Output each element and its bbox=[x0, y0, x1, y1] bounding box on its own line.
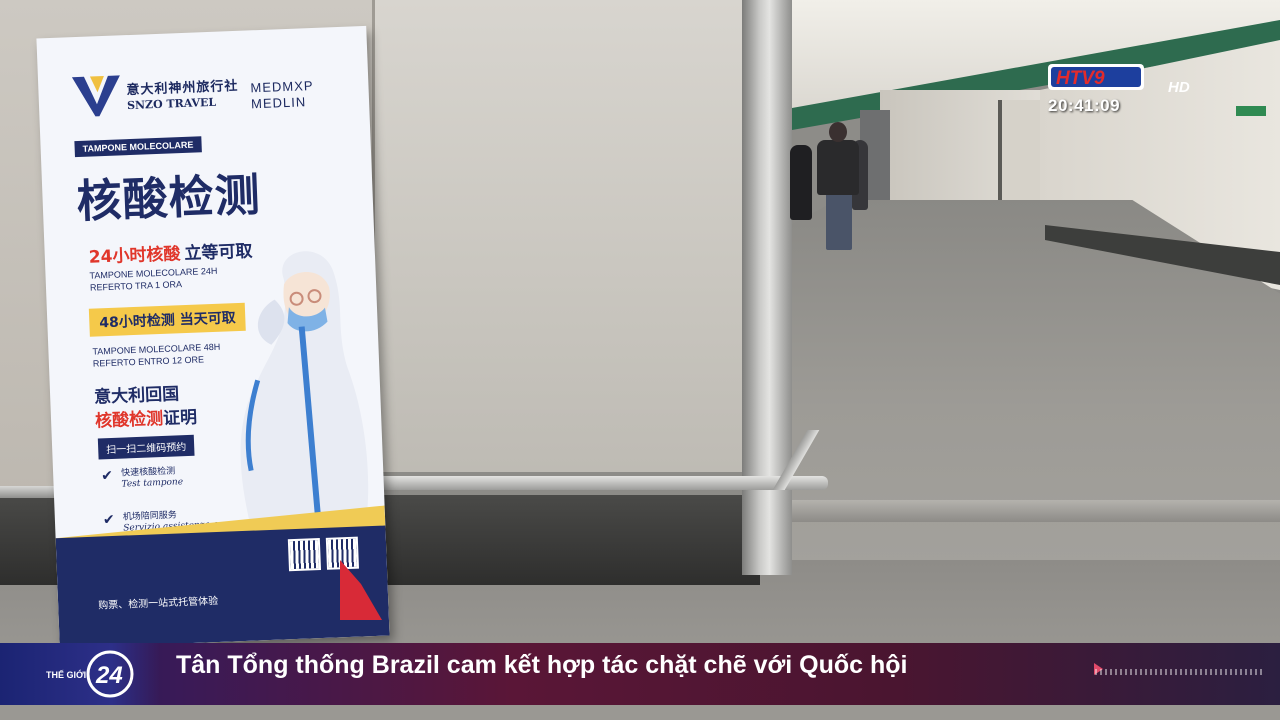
service-item-1-cn: 快速核酸检测 bbox=[120, 466, 176, 479]
hd-label: HD bbox=[1168, 79, 1190, 96]
offer-24h-italian-1: TAMPONE MOLECOLARE 24H bbox=[89, 265, 218, 281]
floor-strip bbox=[790, 500, 1280, 522]
pedestrian-legs bbox=[826, 190, 852, 250]
ppe-worker-figure-icon bbox=[240, 251, 369, 541]
pedestrian-head bbox=[829, 122, 847, 142]
certificate-red: 核酸检测 bbox=[94, 408, 164, 432]
snzo-logo-icon bbox=[71, 75, 120, 117]
program-number: 24 bbox=[95, 662, 123, 689]
agency-name-cn: 意大利神州旅行社 bbox=[126, 78, 239, 99]
htv-logo-text: HTV9 bbox=[1056, 68, 1105, 89]
covid-test-sign: 意大利神州旅行社 SNZO TRAVEL MEDMXP MEDLIN TAMPO… bbox=[36, 25, 390, 649]
sign-tag: TAMPONE MOLECOLARE bbox=[74, 136, 202, 158]
agency-name-en: SNZO TRAVEL bbox=[126, 95, 217, 113]
video-frame: 意大利神州旅行社 SNZO TRAVEL MEDMXP MEDLIN TAMPO… bbox=[0, 0, 1280, 720]
offer-24h-italian-2: REFERTO TRA 1 ORA bbox=[89, 279, 183, 293]
partner-medmxp: MEDMXP bbox=[250, 77, 314, 96]
news-ticker: THẾ GIỚI 24 Tân Tổng thống Brazil cam kế… bbox=[0, 643, 1280, 705]
offer-48h-italian-2: REFERTO ENTRO 12 ORE bbox=[92, 354, 205, 369]
scan-label: 扫一扫二维码预约 bbox=[97, 434, 195, 460]
pedestrian bbox=[817, 140, 859, 195]
htv9-logo-icon: HTV9 HD bbox=[1048, 64, 1190, 96]
offer-24h-red: 24小时核酸 bbox=[88, 244, 181, 268]
service-item-2-cn: 机场陪同服务 bbox=[122, 510, 178, 523]
program-label: THẾ GIỚI bbox=[46, 669, 86, 680]
sign-headline: 核酸检测 bbox=[75, 168, 262, 229]
ticker-headline: Tân Tổng thống Brazil cam kết hợp tác ch… bbox=[176, 651, 908, 679]
wall-panel bbox=[372, 0, 752, 472]
certificate-line: 核酸检测证明 bbox=[95, 403, 198, 432]
service-item-1-it: Test tampone bbox=[121, 477, 184, 490]
the-gioi-24-logo-icon: THẾ GIỚI 24 bbox=[46, 650, 134, 698]
broadcast-clock: 20:41:09 bbox=[1048, 96, 1121, 115]
partner-medlin: MEDLIN bbox=[250, 94, 307, 112]
handrail bbox=[370, 476, 828, 490]
checkmark-icon: ✔ bbox=[100, 467, 114, 485]
pedestrian bbox=[790, 145, 812, 220]
exit-sign bbox=[1236, 106, 1266, 116]
ticker-dots bbox=[1095, 669, 1265, 675]
qr-code-icon bbox=[287, 538, 322, 572]
bottom-floor-strip bbox=[0, 705, 1280, 720]
checkmark-icon: ✔ bbox=[102, 511, 115, 529]
certificate-blue: 证明 bbox=[162, 407, 198, 429]
